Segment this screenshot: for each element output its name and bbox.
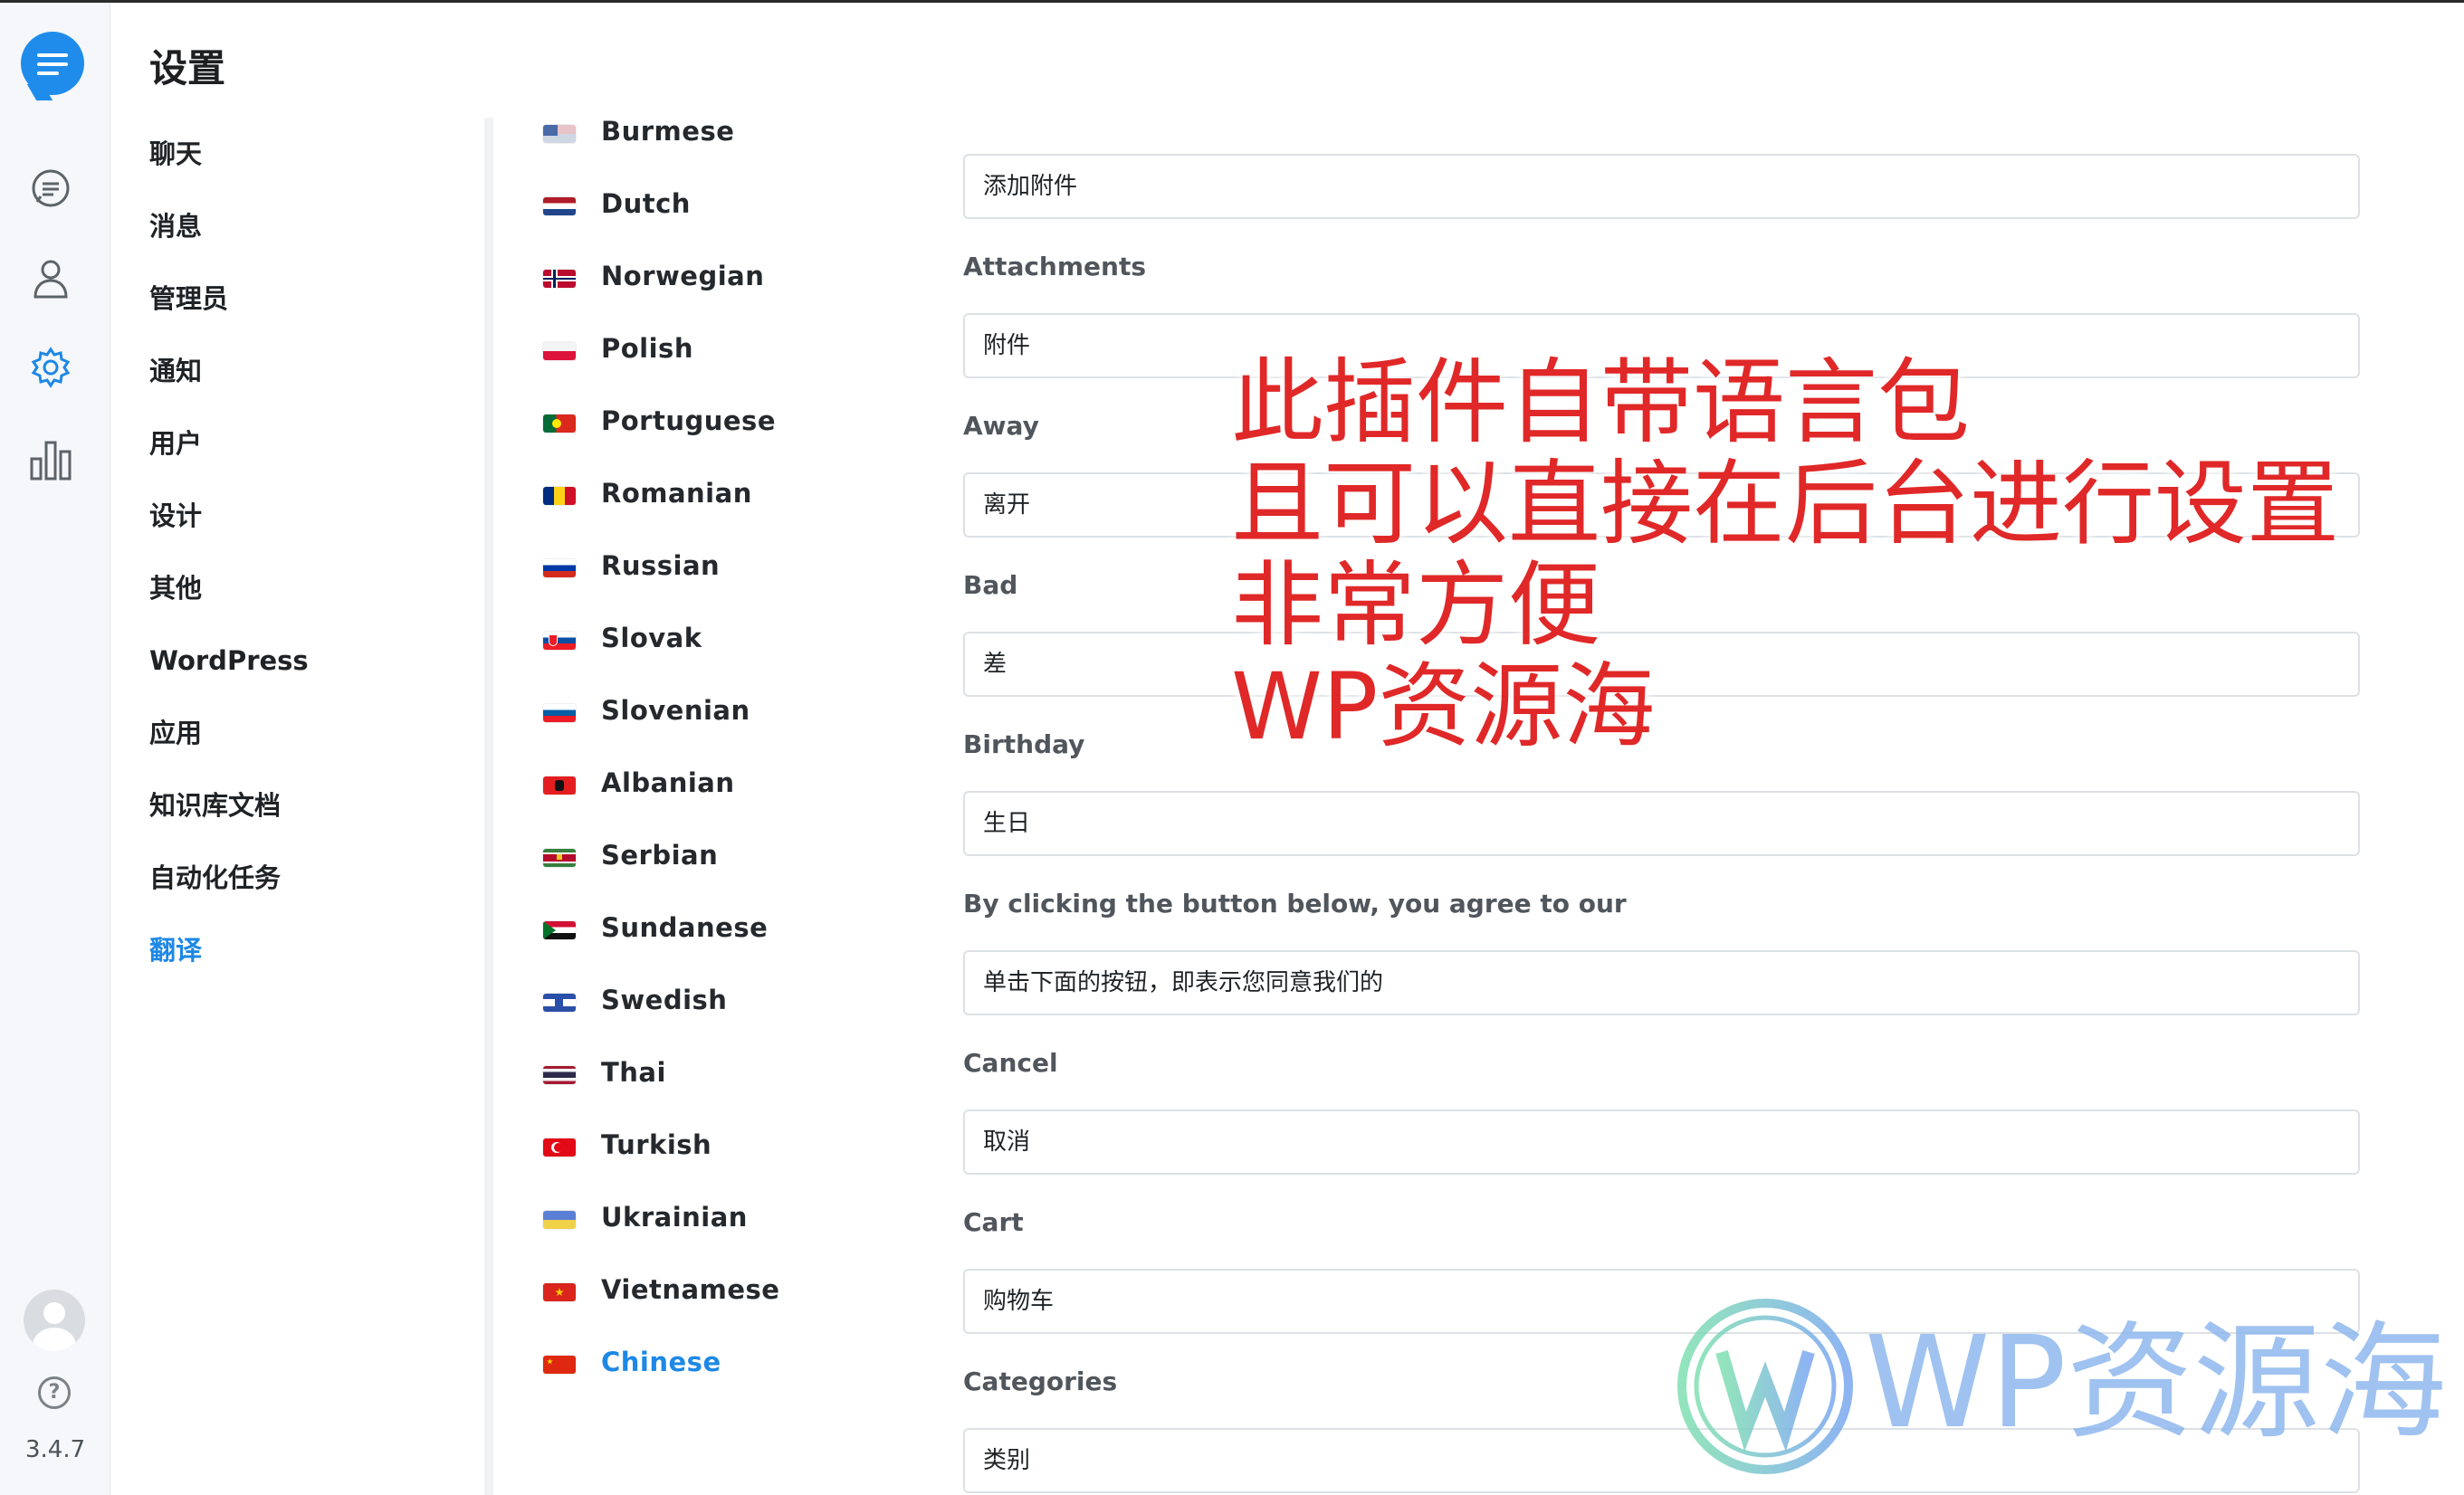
translation-input[interactable]: 单击下面的按钮，即表示您同意我们的: [963, 950, 2360, 1015]
nav-item-translations[interactable]: 翻译: [149, 930, 309, 1003]
help-icon[interactable]: ?: [38, 1376, 71, 1409]
annotation-line: 此插件自带语言包: [1231, 349, 1970, 457]
language-item[interactable]: Sundanese: [543, 912, 779, 985]
translation-input[interactable]: 添加附件: [963, 154, 2360, 219]
dutch-flag-icon: [543, 197, 576, 215]
nav-item-messages[interactable]: 消息: [149, 206, 309, 279]
translation-label: Cancel: [963, 1048, 1058, 1078]
language-name: Burmese: [601, 116, 735, 147]
translation-label: Bad: [963, 570, 1018, 600]
language-name: Ukrainian: [601, 1202, 748, 1233]
gear-icon[interactable]: [28, 345, 73, 390]
annotation-line: 非常方便: [1231, 552, 1600, 660]
translation-label: Away: [963, 411, 1039, 441]
language-item[interactable]: Turkish: [543, 1129, 779, 1202]
language-name: Russian: [601, 550, 721, 581]
language-list: Burmese Dutch Norwegian Polish Portugues…: [543, 116, 779, 1419]
nav-item-articles[interactable]: 知识库文档: [149, 786, 309, 858]
nav-item-wordpress[interactable]: WordPress: [149, 641, 309, 713]
language-name: Polish: [601, 333, 693, 364]
language-name: Portuguese: [601, 405, 776, 436]
language-item-active[interactable]: Chinese: [543, 1347, 779, 1419]
translation-label: Attachments: [963, 252, 1147, 281]
nav-item-miscellaneous[interactable]: 其他: [149, 568, 309, 641]
norwegian-flag-icon: [543, 270, 576, 288]
burmese-flag-icon: [543, 125, 576, 143]
nav-item-notifications[interactable]: 通知: [149, 351, 309, 424]
romanian-flag-icon: [543, 487, 576, 505]
watermark-text: WP资源海: [1865, 1309, 2447, 1457]
nav-item-automations[interactable]: 自动化任务: [149, 858, 309, 930]
annotation-overlay: 此插件自带语言包 且可以直接在后台进行设置 非常方便 WP资源海: [1231, 353, 2339, 758]
portuguese-flag-icon: [543, 414, 576, 433]
translation-input[interactable]: 生日: [963, 791, 2360, 856]
chinese-flag-icon: [543, 1356, 576, 1374]
nav-item-apps[interactable]: 应用: [149, 713, 309, 786]
language-name: Thai: [601, 1057, 666, 1088]
serbian-flag-icon: [543, 849, 576, 867]
nav-item-design[interactable]: 设计: [149, 496, 309, 568]
section-divider: [484, 118, 493, 1495]
language-item[interactable]: Polish: [543, 333, 779, 405]
translation-label: Cart: [963, 1207, 1024, 1237]
language-item[interactable]: Dutch: [543, 188, 779, 261]
language-name: Norwegian: [601, 261, 765, 291]
language-item[interactable]: Romanian: [543, 478, 779, 550]
language-name: Swedish: [601, 985, 728, 1015]
language-item[interactable]: Russian: [543, 550, 779, 623]
nav-item-users[interactable]: 用户: [149, 424, 309, 496]
page-title: 设置: [149, 46, 226, 90]
user-icon[interactable]: [28, 256, 73, 301]
swedish-flag-icon: [543, 994, 576, 1012]
chat-icon[interactable]: [28, 166, 73, 211]
language-item[interactable]: Slovenian: [543, 695, 779, 767]
window-top-border: [0, 0, 2464, 3]
language-item[interactable]: Burmese: [543, 116, 779, 188]
language-name: Turkish: [601, 1129, 712, 1160]
nav-item-admin[interactable]: 管理员: [149, 279, 309, 351]
thai-flag-icon: [543, 1066, 576, 1084]
version-label: 3.4.7: [25, 1436, 86, 1463]
russian-flag-icon: [543, 559, 576, 577]
ukrainian-flag-icon: [543, 1211, 576, 1229]
language-item[interactable]: Norwegian: [543, 261, 779, 333]
avatar[interactable]: [24, 1290, 85, 1351]
slovak-flag-icon: [543, 632, 576, 650]
language-name: Serbian: [601, 840, 719, 871]
translation-label: Birthday: [963, 729, 1085, 759]
language-name: Chinese: [601, 1347, 721, 1377]
slovenian-flag-icon: [543, 704, 576, 722]
language-name: Sundanese: [601, 912, 769, 943]
translation-label: Categories: [963, 1366, 1118, 1396]
polish-flag-icon: [543, 342, 576, 360]
language-item[interactable]: Thai: [543, 1057, 779, 1129]
nav-item-chat[interactable]: 聊天: [149, 134, 309, 206]
vietnamese-flag-icon: [543, 1283, 576, 1301]
icon-rail: ? 3.4.7: [0, 3, 110, 1495]
language-item[interactable]: Swedish: [543, 985, 779, 1057]
language-name: Dutch: [601, 188, 691, 219]
app-logo-icon[interactable]: [21, 32, 84, 95]
translation-input[interactable]: 取消: [963, 1109, 2360, 1175]
language-item[interactable]: Slovak: [543, 623, 779, 695]
language-item[interactable]: Vietnamese: [543, 1274, 779, 1347]
reports-chart-icon[interactable]: [28, 437, 73, 482]
translation-label: By clicking the button below, you agree …: [963, 889, 1627, 919]
sundanese-flag-icon: [543, 921, 576, 939]
language-name: Albanian: [601, 767, 735, 798]
turkish-flag-icon: [543, 1138, 576, 1157]
language-name: Vietnamese: [601, 1274, 780, 1305]
watermark-logo: WP资源海: [1675, 1296, 2453, 1477]
annotation-line: WP资源海: [1231, 653, 1656, 761]
settings-nav: 聊天 消息 管理员 通知 用户 设计 其他 WordPress 应用 知识库文档…: [149, 134, 309, 1003]
annotation-line: 且可以直接在后台进行设置: [1231, 451, 2339, 558]
language-item[interactable]: Portuguese: [543, 405, 779, 478]
language-name: Slovenian: [601, 695, 750, 726]
language-item[interactable]: Albanian: [543, 767, 779, 840]
language-item[interactable]: Serbian: [543, 840, 779, 912]
language-name: Romanian: [601, 478, 752, 509]
albanian-flag-icon: [543, 776, 576, 795]
language-item[interactable]: Ukrainian: [543, 1202, 779, 1274]
language-name: Slovak: [601, 623, 702, 653]
